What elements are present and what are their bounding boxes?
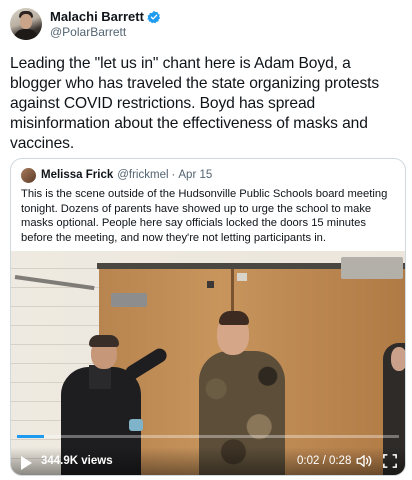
video-progress-bar[interactable] [17, 435, 399, 438]
quoted-display-name[interactable]: Melissa Frick [41, 169, 113, 181]
quoted-separator: · [171, 169, 176, 181]
video-player[interactable]: 344.9K views 0:02 / 0:28 [11, 251, 405, 475]
name-row: Malachi Barrett [50, 9, 161, 25]
play-icon[interactable] [21, 456, 32, 470]
video-person-center-hair [219, 311, 249, 325]
tweet-header: Malachi Barrett @PolarBarrett [10, 6, 404, 42]
video-scene-sensor [237, 273, 247, 281]
quoted-avatar[interactable] [21, 167, 36, 183]
author-names: Malachi Barrett @PolarBarrett [50, 9, 161, 39]
quoted-date[interactable]: Apr 15 [178, 169, 212, 181]
video-person-right-face [391, 347, 405, 371]
video-person-left-mask [129, 419, 143, 431]
video-scene-lock [207, 281, 214, 288]
video-scene-sign [341, 257, 403, 279]
author-display-name[interactable]: Malachi Barrett [50, 9, 144, 25]
verified-badge-icon [147, 10, 161, 24]
quoted-handle[interactable]: @frickmel [117, 169, 168, 181]
quoted-tweet-text: This is the scene outside of the Hudsonv… [21, 188, 388, 244]
author-handle[interactable]: @PolarBarrett [50, 25, 161, 39]
video-progress-fill [17, 435, 44, 438]
quoted-tweet-header: Melissa Frick @frickmel · Apr 15 [11, 159, 405, 183]
tweet-text: Leading the "let us in" chant here is Ad… [10, 55, 380, 152]
avatar[interactable] [10, 8, 42, 40]
fullscreen-icon[interactable] [383, 454, 397, 468]
video-person-left-hair [89, 335, 119, 347]
quoted-tweet[interactable]: Melissa Frick @frickmel · Apr 15 This is… [10, 158, 406, 476]
video-time: 0:02 / 0:28 [297, 455, 352, 467]
avatar-face [20, 14, 32, 29]
volume-icon[interactable] [355, 453, 373, 469]
video-view-count: 344.9K views [41, 455, 113, 467]
avatar-body [14, 29, 38, 40]
video-scene-plate [111, 293, 147, 307]
